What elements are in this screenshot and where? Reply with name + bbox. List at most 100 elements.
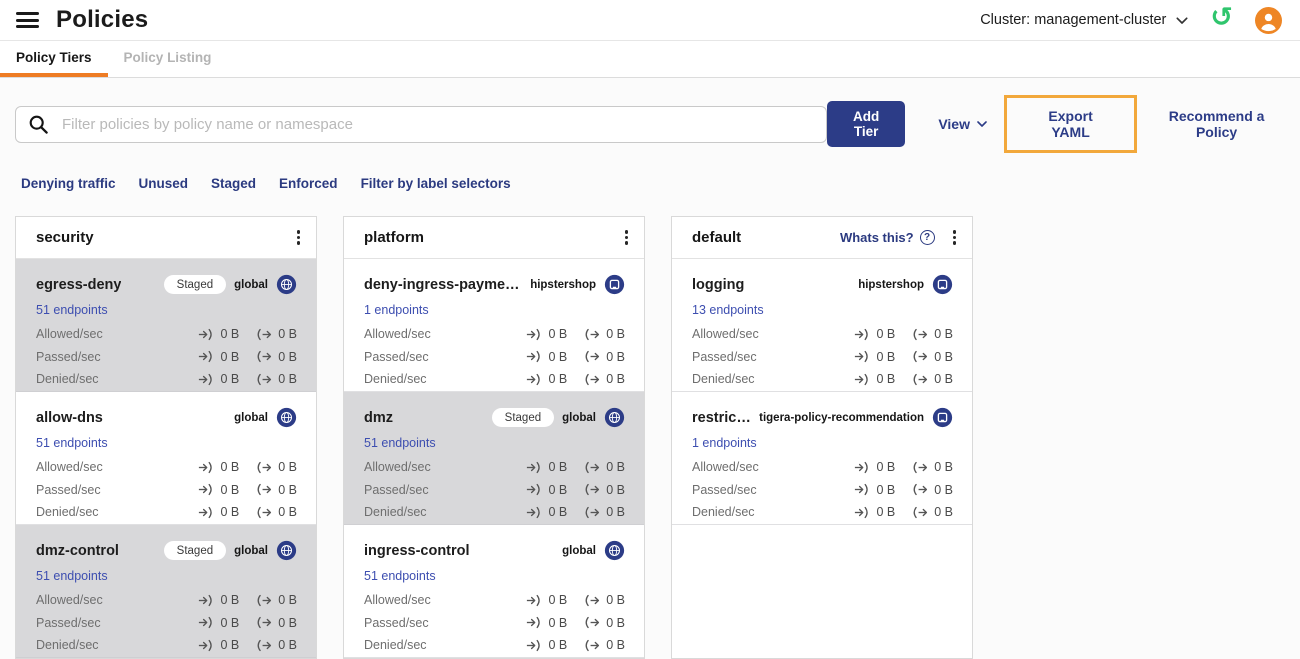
policy-card[interactable]: egress-deny Staged global 51 endpoints A…	[16, 259, 316, 392]
export-yaml-button[interactable]: Export YAML	[1027, 107, 1114, 141]
policy-scope-group: Staged global	[158, 274, 297, 295]
ingress-arrow-icon	[199, 506, 213, 518]
metric-label: Allowed/sec	[692, 327, 759, 342]
search-icon	[29, 115, 48, 134]
egress-arrow-icon	[585, 506, 600, 518]
policy-name-row: deny-ingress-paymentservi... hipstershop	[364, 271, 625, 298]
endpoints-link[interactable]: 51 endpoints	[36, 569, 108, 583]
tab-policy-listing[interactable]: Policy Listing	[108, 41, 228, 77]
metric-label: Allowed/sec	[36, 593, 103, 608]
filter-link[interactable]: Staged	[211, 176, 256, 191]
egress-metric: 0 B	[584, 505, 625, 519]
metric-label: Passed/sec	[364, 349, 429, 364]
endpoints-link[interactable]: 51 endpoints	[364, 436, 436, 450]
tier-name: security	[36, 229, 94, 246]
kebab-menu-icon[interactable]	[621, 226, 632, 249]
view-dropdown-button[interactable]: View	[932, 115, 993, 133]
filter-link[interactable]: Filter by label selectors	[361, 176, 511, 191]
egress-value: 0 B	[278, 349, 297, 364]
metric-row: Allowed/sec 0 B 0 B	[36, 456, 297, 479]
filter-link[interactable]: Denying traffic	[21, 176, 116, 191]
filter-link[interactable]: Enforced	[279, 176, 338, 191]
ingress-value: 0 B	[876, 505, 896, 520]
add-tier-button[interactable]: Add Tier	[827, 101, 906, 147]
ingress-metric: 0 B	[526, 593, 567, 607]
metric-label: Allowed/sec	[692, 460, 759, 475]
egress-metric: 0 B	[912, 460, 953, 474]
user-avatar-icon[interactable]	[1255, 6, 1282, 34]
egress-arrow-icon	[585, 461, 600, 473]
egress-arrow-icon	[257, 461, 272, 473]
ingress-metric: 0 B	[198, 372, 239, 386]
metric-values: 0 B 0 B	[198, 616, 297, 630]
metric-label: Allowed/sec	[364, 327, 431, 342]
endpoints-link[interactable]: 51 endpoints	[36, 436, 108, 450]
policy-search-input[interactable]	[15, 105, 827, 143]
policy-card[interactable]: logging hipstershop 13 endpoints Allowed…	[672, 259, 972, 392]
egress-arrow-icon	[585, 328, 600, 340]
metric-row: Denied/sec 0 B 0 B	[364, 368, 625, 391]
policy-card[interactable]: restricted tigera-policy-recommendation …	[672, 392, 972, 525]
policy-card[interactable]: dmz Staged global 51 endpoints Allowed/s…	[344, 392, 644, 525]
history-restore-icon[interactable]: ↺	[1210, 4, 1233, 31]
endpoints-link[interactable]: 51 endpoints	[364, 569, 436, 583]
egress-arrow-icon	[257, 351, 272, 363]
toolbar: Add Tier View Export YAML Recommend a Po…	[15, 95, 1285, 153]
endpoints-link[interactable]: 1 endpoints	[364, 303, 429, 317]
endpoints-link[interactable]: 51 endpoints	[36, 303, 108, 317]
metric-label: Passed/sec	[692, 482, 757, 497]
egress-metric: 0 B	[256, 638, 297, 652]
cluster-selector[interactable]: Cluster: management-cluster	[980, 12, 1188, 28]
policy-card[interactable]: ingress-control global 51 endpoints Allo…	[344, 525, 644, 658]
endpoints-link[interactable]: 1 endpoints	[692, 436, 757, 450]
ingress-value: 0 B	[876, 460, 896, 475]
policy-card[interactable]: dmz-control Staged global 51 endpoints A…	[16, 525, 316, 658]
metric-label: Allowed/sec	[364, 593, 431, 608]
metric-values: 0 B 0 B	[854, 460, 953, 474]
metric-row: Passed/sec 0 B 0 B	[364, 346, 625, 369]
tier-help-link[interactable]: Whats this? ?	[840, 229, 935, 245]
ingress-value: 0 B	[220, 593, 240, 608]
ingress-metric: 0 B	[198, 350, 239, 364]
metric-row: Passed/sec 0 B 0 B	[364, 479, 625, 502]
egress-metric: 0 B	[584, 350, 625, 364]
recommend-policy-button[interactable]: Recommend a Policy	[1148, 107, 1285, 141]
ingress-arrow-icon	[855, 328, 869, 340]
ingress-value: 0 B	[876, 372, 896, 387]
kebab-menu-icon[interactable]	[949, 226, 960, 249]
metrics-list: Allowed/sec 0 B 0 B Passed/sec 0 B 0 B D…	[36, 323, 297, 391]
ingress-arrow-icon	[527, 373, 541, 385]
egress-arrow-icon	[913, 373, 928, 385]
ingress-value: 0 B	[876, 482, 896, 497]
metric-label: Passed/sec	[364, 615, 429, 630]
ingress-arrow-icon	[527, 328, 541, 340]
policy-card[interactable]: deny-ingress-paymentservi... hipstershop…	[344, 259, 644, 392]
ingress-arrow-icon	[855, 351, 869, 363]
metric-values: 0 B 0 B	[198, 638, 297, 652]
filter-link[interactable]: Unused	[139, 176, 189, 191]
policy-name: allow-dns	[36, 409, 103, 426]
kebab-menu-icon[interactable]	[293, 226, 304, 249]
metric-row: Allowed/sec 0 B 0 B	[692, 323, 953, 346]
metric-values: 0 B 0 B	[198, 593, 297, 607]
metric-row: Allowed/sec 0 B 0 B	[364, 589, 625, 612]
policy-card[interactable]: allow-dns global 51 endpoints Allowed/se…	[16, 392, 316, 525]
egress-value: 0 B	[934, 460, 953, 475]
ingress-arrow-icon	[855, 506, 869, 518]
ingress-metric: 0 B	[198, 483, 239, 497]
endpoints-link[interactable]: 13 endpoints	[692, 303, 764, 317]
egress-metric: 0 B	[912, 350, 953, 364]
hamburger-menu-icon[interactable]	[16, 9, 39, 32]
ingress-arrow-icon	[199, 484, 213, 496]
ingress-arrow-icon	[855, 484, 869, 496]
metric-row: Allowed/sec 0 B 0 B	[364, 323, 625, 346]
policy-scope-label: global	[562, 411, 596, 424]
ingress-value: 0 B	[548, 327, 568, 342]
tab-policy-tiers[interactable]: Policy Tiers	[0, 41, 108, 77]
policy-scope-label: hipstershop	[858, 278, 924, 291]
egress-arrow-icon	[913, 484, 928, 496]
tier-header-actions	[293, 226, 304, 249]
egress-value: 0 B	[934, 327, 953, 342]
global-scope-icon	[276, 407, 297, 428]
ingress-value: 0 B	[220, 460, 240, 475]
